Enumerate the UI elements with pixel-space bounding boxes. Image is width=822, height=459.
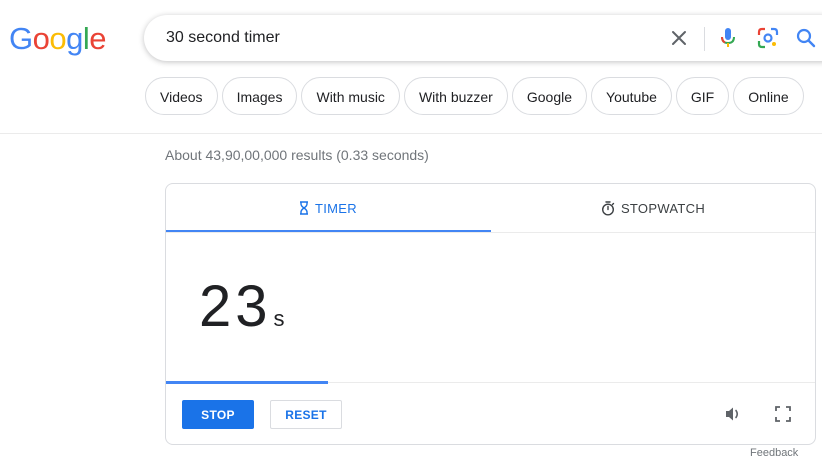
search-divider xyxy=(704,27,705,51)
timer-unit: s xyxy=(273,306,285,331)
search-filter-chips: Videos Images With music With buzzer Google Y… xyxy=(145,77,808,117)
logo-letter: e xyxy=(89,21,107,56)
timer-tabs: TIMER STOPWATCH xyxy=(166,184,815,233)
chip-videos[interactable]: Videos xyxy=(145,77,218,115)
chip-with-buzzer[interactable]: With buzzer xyxy=(403,77,508,115)
tab-stopwatch[interactable]: STOPWATCH xyxy=(491,184,815,232)
volume-icon[interactable] xyxy=(722,402,746,426)
search-box xyxy=(144,15,822,61)
timer-display[interactable]: 23s xyxy=(199,273,285,340)
chip-youtube[interactable]: Youtube xyxy=(591,77,672,115)
clear-icon[interactable] xyxy=(667,26,691,50)
hourglass-icon xyxy=(299,201,309,215)
logo-letter: o xyxy=(32,21,50,56)
search-icon[interactable] xyxy=(794,26,818,50)
tab-stopwatch-label: STOPWATCH xyxy=(620,200,706,216)
chip-with-music[interactable]: With music xyxy=(301,77,400,115)
header-divider xyxy=(0,133,822,134)
fullscreen-icon[interactable] xyxy=(771,402,795,426)
google-logo[interactable]: Google xyxy=(9,20,107,58)
tab-timer[interactable]: TIMER xyxy=(166,184,490,232)
chip-images[interactable]: Images xyxy=(221,77,298,115)
chip-online[interactable]: Online xyxy=(733,77,804,115)
result-stats: About 43,90,00,000 results (0.33 seconds… xyxy=(165,147,429,163)
progress-bar xyxy=(166,381,328,384)
microphone-icon[interactable] xyxy=(716,26,740,50)
timer-value: 23 xyxy=(199,274,272,339)
camera-lens-icon[interactable] xyxy=(756,26,780,50)
timer-widget: TIMER STOPWATCH 23s STOP RESET xyxy=(165,183,816,445)
feedback-link[interactable]: Feedback xyxy=(750,447,798,459)
stop-button[interactable]: STOP xyxy=(182,400,254,429)
search-input[interactable] xyxy=(166,27,646,49)
logo-letter: o xyxy=(49,21,67,56)
stopwatch-icon xyxy=(601,200,615,216)
chip-gif[interactable]: GIF xyxy=(675,77,730,115)
tab-timer-label: TIMER xyxy=(315,200,357,216)
active-tab-indicator xyxy=(166,230,491,232)
logo-letter: G xyxy=(9,21,33,56)
logo-letter: g xyxy=(66,21,83,56)
chip-google[interactable]: Google xyxy=(511,77,588,115)
reset-button[interactable]: RESET xyxy=(270,400,342,429)
